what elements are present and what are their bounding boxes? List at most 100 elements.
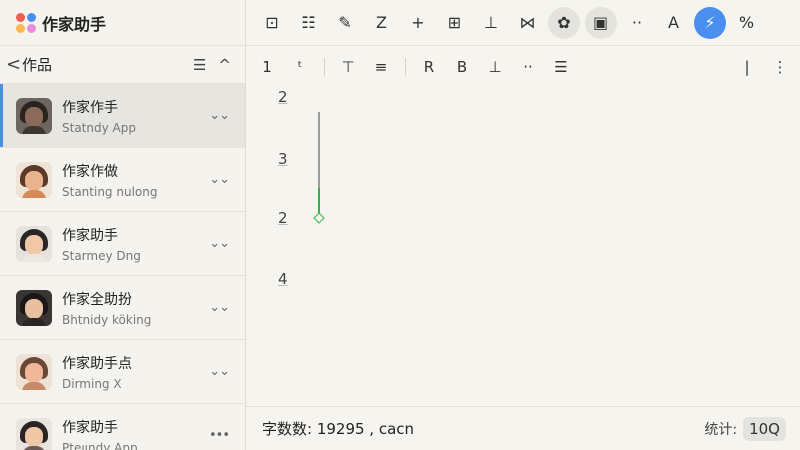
list-icon[interactable]: ☷ xyxy=(293,7,325,39)
doc-text: 作家助手点 Dirming X xyxy=(62,353,209,391)
doc-title: 作家全助扮 xyxy=(62,291,132,308)
doc-item[interactable]: 作家助手点 Dirming X ⌄⌄ xyxy=(0,340,245,404)
sort-icon[interactable]: ☰ xyxy=(193,56,206,74)
edit-icon[interactable]: Z xyxy=(366,7,398,39)
avatar-face xyxy=(25,298,43,319)
format-separator xyxy=(405,58,406,76)
avatar-body xyxy=(22,445,46,450)
doc-subtitle: Starmey Dng xyxy=(62,248,141,263)
avatar-face xyxy=(25,234,43,255)
word-count: 字数数: 19295 , cacn xyxy=(262,420,415,438)
baseline-icon[interactable]: ⊥ xyxy=(482,54,508,80)
avatar-face xyxy=(25,170,43,191)
percent-icon[interactable]: % xyxy=(731,7,763,39)
avatar-body xyxy=(22,317,46,326)
logo-dot xyxy=(27,12,36,22)
reset-icon[interactable]: R xyxy=(416,54,442,80)
settings-icon[interactable]: ✿ xyxy=(548,6,580,39)
more-vertical-icon[interactable]: ⋮ xyxy=(767,54,793,80)
doc-item[interactable]: 作家作手 Statndy App ⌄⌄ xyxy=(0,84,245,148)
line-number: 3 xyxy=(278,150,288,168)
format-separator xyxy=(324,58,325,76)
editor[interactable]: 2 3 2 4 xyxy=(246,88,800,406)
doc-more-icon[interactable]: ⌄⌄ xyxy=(209,364,230,379)
avatar-face xyxy=(25,362,43,383)
insert-chapter-icon[interactable]: ⊡ xyxy=(256,7,288,39)
avatar-face xyxy=(25,106,43,127)
doc-text: 作家全助扮 Bhtnidy köking xyxy=(62,289,209,327)
strikethrough-icon[interactable]: ᵗ xyxy=(287,54,313,80)
doc-title: 作家助手 xyxy=(62,227,118,244)
doc-more-icon[interactable]: ⌄⌄ xyxy=(209,172,230,187)
cursor-handle-icon[interactable] xyxy=(313,212,325,224)
doc-subtitle: Dirming X xyxy=(62,376,122,391)
doc-more-icon[interactable]: ⌄⌄ xyxy=(209,108,230,123)
app-header: 作家助手 xyxy=(0,0,245,46)
avatar xyxy=(16,353,52,390)
doc-item[interactable]: 作家作做 Stanting nulong ⌄⌄ xyxy=(0,148,245,212)
status-bar: 字数数: 19295 , cacn 统计: 10Q xyxy=(246,406,800,450)
works-title: 作品 xyxy=(22,56,53,74)
doc-text: 作家作做 Stanting nulong xyxy=(62,161,209,199)
more-icon[interactable]: ·· xyxy=(621,7,653,39)
avatar xyxy=(16,97,52,134)
avatar-body xyxy=(22,253,46,262)
lightning-icon[interactable]: ⚡ xyxy=(694,6,726,39)
font-icon[interactable]: A xyxy=(658,7,690,39)
doc-subtitle: Stanting nulong xyxy=(62,184,158,199)
avatar xyxy=(16,161,52,198)
doc-list: 作家作手 Statndy App ⌄⌄ 作家作做 Stanting nulong ⌄⌄ 作家… xyxy=(0,84,245,450)
collapse-icon[interactable]: ^ xyxy=(218,56,231,74)
avatar xyxy=(16,417,52,450)
heading-level[interactable]: 1 xyxy=(254,54,280,80)
doc-item[interactable]: 作家全助扮 Bhtnidy köking ⌄⌄ xyxy=(0,276,245,340)
doc-title: 作家作手 xyxy=(62,99,118,116)
logo-dot xyxy=(16,23,25,33)
avatar xyxy=(16,225,52,262)
avatar xyxy=(16,289,52,326)
add-icon[interactable]: + xyxy=(402,7,434,39)
box-icon[interactable]: B xyxy=(449,54,475,80)
no-format-icon[interactable]: ⋈ xyxy=(512,7,544,39)
avatar-face xyxy=(25,426,43,447)
cursor-track xyxy=(318,112,320,188)
avatar-body xyxy=(22,189,46,198)
list-icon[interactable]: ☰ xyxy=(548,54,574,80)
doc-title: 作家作做 xyxy=(62,163,118,180)
logo-dot xyxy=(27,23,36,33)
doc-text: 作家助手 Pteıındy App xyxy=(62,417,209,450)
draw-icon[interactable]: ✎ xyxy=(329,7,361,39)
app-title: 作家助手 xyxy=(42,14,107,34)
line-number: 4 xyxy=(278,270,288,288)
doc-title: 作家助手点 xyxy=(62,355,132,372)
format-bar: 1 ᵗ ⊤ ≡ R B ⊥ ·· ☰ | ⋮ xyxy=(246,46,800,88)
line-number: 2 xyxy=(278,88,288,106)
works-header: < 作品 ☰ ^ xyxy=(0,46,245,84)
doc-subtitle: Pteıındy App xyxy=(62,440,138,450)
sidebar: 作家助手 < 作品 ☰ ^ 作家作手 Statndy App ⌄⌄ 作家作做 Stant… xyxy=(0,0,246,450)
stat-badge[interactable]: 10Q xyxy=(743,416,786,441)
media-icon[interactable]: ▣ xyxy=(584,6,617,39)
grid-icon[interactable]: ⊞ xyxy=(439,7,471,39)
underline-icon[interactable]: ⊤ xyxy=(335,54,361,80)
doc-text: 作家作手 Statndy App xyxy=(62,97,209,135)
doc-item[interactable]: 作家助手 Starmey Dng ⌄⌄ xyxy=(0,212,245,276)
doc-subtitle: Bhtnidy köking xyxy=(62,312,152,327)
doc-text: 作家助手 Starmey Dng xyxy=(62,225,209,263)
stat-label: 统计: xyxy=(704,421,738,438)
doc-subtitle: Statndy App xyxy=(62,120,136,135)
line-number: 2 xyxy=(278,209,288,227)
doc-item[interactable]: 作家助手 Pteıındy App ••• xyxy=(0,404,245,450)
logo-dot xyxy=(16,12,25,22)
divider-icon[interactable]: | xyxy=(734,54,760,80)
app-logo-icon xyxy=(16,12,36,33)
dots-icon[interactable]: ·· xyxy=(515,54,541,80)
align-icon[interactable]: ⊥ xyxy=(475,7,507,39)
avatar-body xyxy=(22,381,46,390)
doc-more-icon[interactable]: ⌄⌄ xyxy=(209,300,230,315)
avatar-body xyxy=(22,125,46,134)
indent-icon[interactable]: ≡ xyxy=(368,54,394,80)
doc-more-icon[interactable]: ⌄⌄ xyxy=(209,236,230,251)
chevron-left-icon[interactable]: < xyxy=(6,55,21,74)
doc-more-icon[interactable]: ••• xyxy=(209,428,230,443)
